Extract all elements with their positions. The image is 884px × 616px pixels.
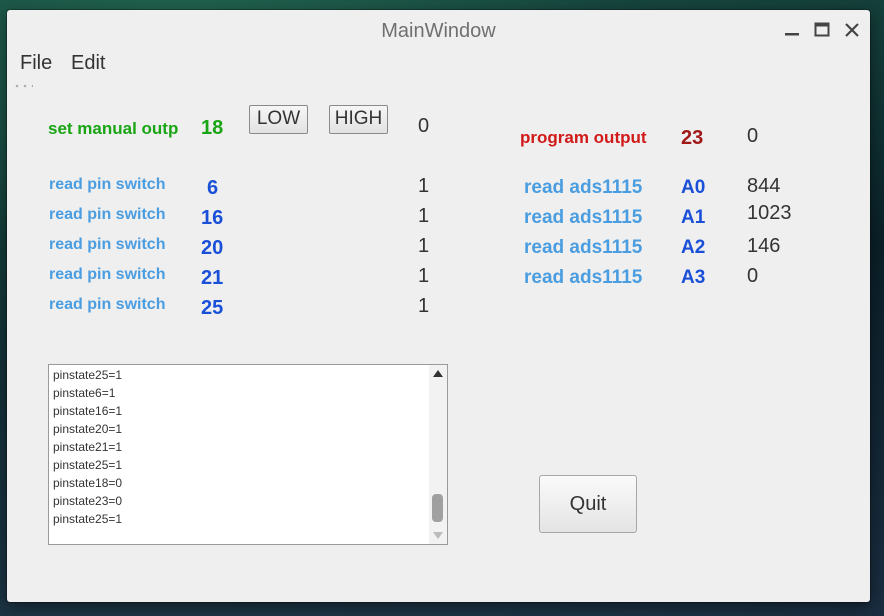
manual-output-pin: 18	[201, 117, 224, 139]
log-content: pinstate25=1 pinstate6=1 pinstate16=1 pi…	[49, 365, 122, 528]
pin-switch-number: 6	[207, 177, 219, 199]
ads-label: read ads1115	[524, 177, 643, 198]
manual-output-label: set manual outp	[48, 119, 179, 138]
log-textarea[interactable]: pinstate25=1 pinstate6=1 pinstate16=1 pi…	[48, 364, 448, 545]
log-scrollbar[interactable]	[429, 365, 447, 544]
pin-switch-value: 1	[418, 265, 430, 287]
log-line: pinstate6=1	[53, 386, 116, 400]
main-window: MainWindow File Edit set manual outp 18 …	[7, 10, 870, 602]
ads-value: 146	[747, 235, 781, 257]
ads-value: 0	[747, 265, 759, 287]
pin-switch-label: read pin switch	[49, 176, 166, 193]
scroll-down-icon[interactable]	[433, 532, 443, 539]
ads-channel: A1	[681, 207, 706, 228]
log-line: pinstate16=1	[53, 404, 123, 418]
pin-switch-label: read pin switch	[49, 236, 166, 253]
scroll-up-icon[interactable]	[433, 370, 443, 377]
ads-channel: A2	[681, 237, 706, 258]
log-line: pinstate20=1	[53, 422, 123, 436]
pin-switch-label: read pin switch	[49, 206, 166, 223]
program-output-pin: 23	[681, 127, 704, 149]
menu-separator	[13, 84, 33, 88]
log-line: pinstate25=1	[53, 368, 123, 382]
pin-switch-number: 20	[201, 237, 224, 259]
pin-switch-label: read pin switch	[49, 266, 166, 283]
window-title: MainWindow	[381, 20, 496, 42]
title-bar[interactable]: MainWindow	[7, 10, 870, 50]
close-icon[interactable]	[843, 21, 861, 39]
log-line: pinstate18=0	[53, 476, 123, 490]
program-output-label: program output	[520, 128, 647, 147]
pin-switch-value: 1	[418, 295, 430, 317]
menu-edit[interactable]: Edit	[71, 52, 105, 75]
minimize-icon[interactable]	[783, 21, 801, 39]
pin-switch-number: 25	[201, 297, 224, 319]
ads-label: read ads1115	[524, 207, 643, 228]
maximize-icon[interactable]	[813, 21, 831, 39]
high-button[interactable]: HIGH	[329, 105, 388, 134]
quit-button[interactable]: Quit	[539, 475, 637, 533]
scroll-thumb[interactable]	[432, 494, 443, 522]
log-line: pinstate25=1	[53, 458, 123, 472]
ads-label: read ads1115	[524, 267, 643, 288]
pin-switch-value: 1	[418, 175, 430, 197]
ads-value: 1023	[747, 202, 792, 224]
ads-channel: A0	[681, 177, 706, 198]
ads-label: read ads1115	[524, 237, 643, 258]
program-output-value: 0	[747, 125, 759, 147]
menu-bar: File Edit	[7, 52, 870, 78]
pin-switch-label: read pin switch	[49, 296, 166, 313]
pin-switch-number: 16	[201, 207, 224, 229]
pin-switch-value: 1	[418, 235, 430, 257]
log-line: pinstate25=1	[53, 512, 123, 526]
log-line: pinstate21=1	[53, 440, 123, 454]
ads-value: 844	[747, 175, 781, 197]
pin-switch-value: 1	[418, 205, 430, 227]
log-line: pinstate23=0	[53, 494, 123, 508]
manual-output-value: 0	[418, 115, 430, 137]
ads-channel: A3	[681, 267, 706, 288]
pin-switch-number: 21	[201, 267, 224, 289]
low-button[interactable]: LOW	[249, 105, 308, 134]
menu-file[interactable]: File	[20, 52, 52, 75]
